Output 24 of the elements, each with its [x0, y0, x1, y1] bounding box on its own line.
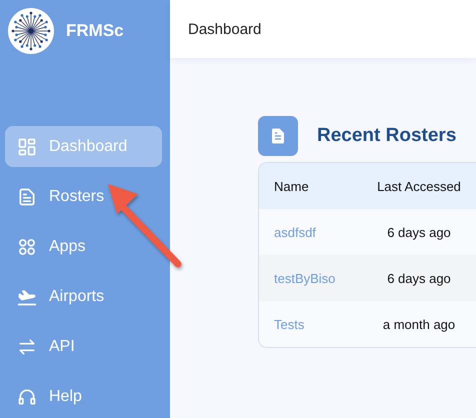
sidebar-item[interactable]: Help [5, 376, 162, 417]
document-icon [17, 186, 37, 206]
table-cell-text: a month ago [382, 316, 456, 332]
roster-link[interactable]: asdfsdf [259, 224, 316, 240]
roster-link[interactable]: testByBiso [259, 270, 336, 286]
table-cell-text: 6 days ago [386, 270, 452, 286]
column-header: Name [273, 178, 310, 194]
grid-icon [17, 136, 37, 156]
sidebar-item[interactable]: Rosters [5, 176, 162, 217]
logo-icon [8, 8, 54, 54]
headset-icon [17, 386, 37, 406]
sidebar-item[interactable]: Airports [5, 276, 162, 317]
column-header: Last Accessed [376, 178, 462, 194]
sidebar-item[interactable]: Dashboard [5, 126, 162, 167]
page-title: Dashboard [188, 20, 262, 38]
swap-arrows-icon [17, 336, 37, 356]
document-icon [258, 116, 298, 156]
sidebar-item[interactable]: API [5, 326, 162, 367]
roster-link[interactable]: Tests [259, 316, 304, 332]
apps-icon [17, 236, 37, 256]
app-name: FRMSc [66, 21, 124, 41]
section-title: Recent Rosters [317, 125, 456, 147]
table-cell-text: 6 days ago [386, 224, 452, 240]
sidebar-item[interactable]: Apps [5, 226, 162, 267]
